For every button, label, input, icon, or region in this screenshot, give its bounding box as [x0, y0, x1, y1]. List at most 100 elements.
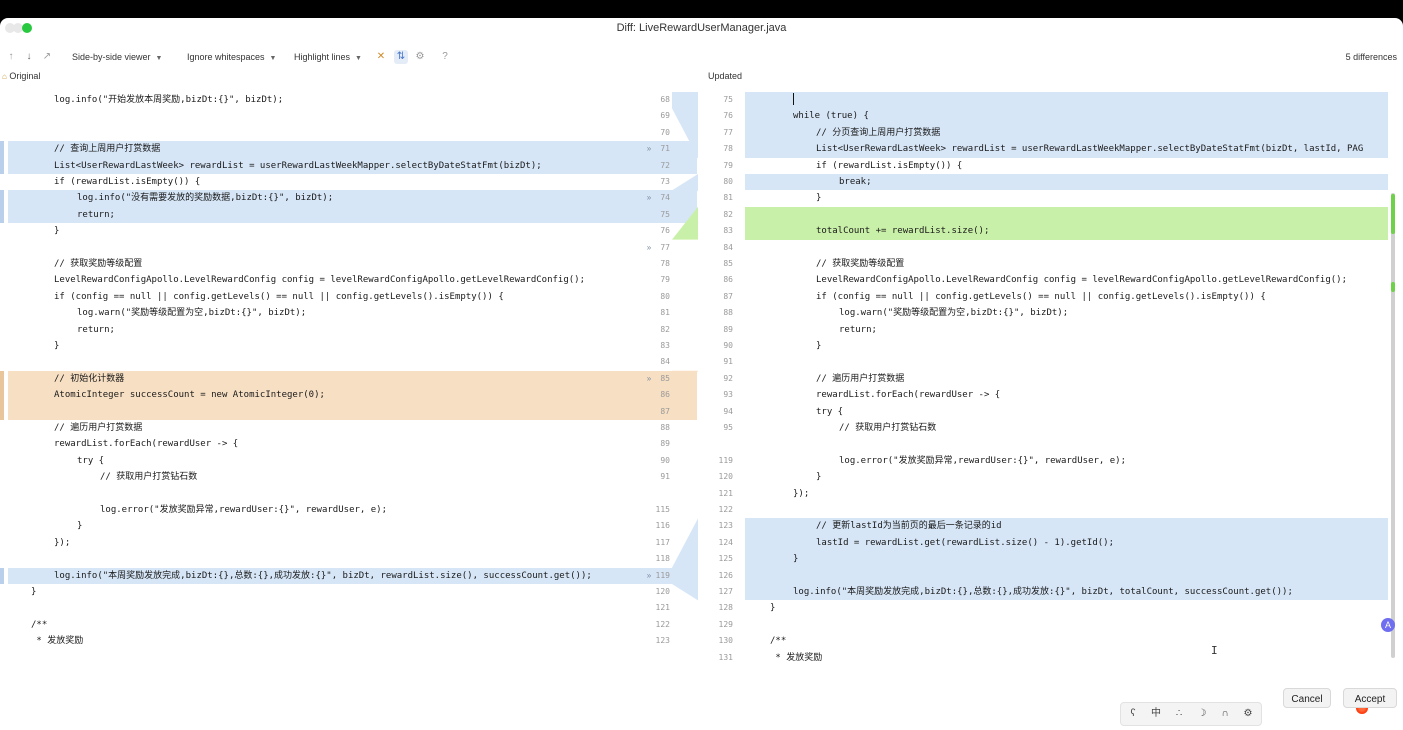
- left-line-number: 118: [655, 554, 670, 564]
- right-line-number: 89: [723, 324, 733, 334]
- diff-ribbon: [672, 141, 698, 174]
- down-arrow-icon[interactable]: ↓: [22, 50, 36, 64]
- right-code-text: log.error("发放奖励异常,rewardUser:{}", reward…: [839, 455, 1126, 466]
- left-line-number: 75: [646, 206, 670, 224]
- cancel-button[interactable]: Cancel: [1283, 688, 1331, 708]
- apply-change-icon[interactable]: »: [642, 190, 656, 206]
- input-method-bar: ʕ 中 ∴ ☽ ∩ ⚙: [1120, 702, 1262, 726]
- right-code-text: while (true) {: [793, 111, 869, 122]
- right-line-number: 125: [718, 554, 733, 564]
- right-line-number: 120: [718, 472, 733, 482]
- apply-change-icon[interactable]: »: [642, 568, 656, 584]
- left-code-text: AtomicInteger successCount = new AtomicI…: [54, 390, 325, 401]
- right-line-number: 83: [723, 226, 733, 236]
- left-line-number: 73: [660, 177, 670, 186]
- headphones-icon[interactable]: ∩: [1217, 706, 1233, 722]
- apply-change-icon[interactable]: »: [642, 141, 656, 157]
- original-pane[interactable]: log.info("开始发放本周奖励,bizDt:{}", bizDt); 68 6…: [0, 90, 697, 666]
- differences-count: 5 differences: [1345, 52, 1397, 62]
- change-gutter-marker: [0, 387, 4, 404]
- right-line-number: 79: [723, 160, 733, 170]
- viewer-label: Side-by-side viewer: [72, 52, 151, 62]
- right-line-number: 84: [723, 242, 733, 252]
- diff-toolbar: ↑ ↓ ↗ Side-by-side viewer ▼ Ignore whites…: [0, 46, 1403, 68]
- right-line-number: 90: [723, 341, 733, 350]
- collapse-icon[interactable]: ✕: [374, 50, 388, 64]
- left-code-text: }: [54, 226, 60, 237]
- lock-icon: ⌂: [2, 72, 7, 81]
- chinese-input-icon[interactable]: 中: [1148, 706, 1164, 722]
- right-code-text: // 获取奖励等级配置: [816, 259, 905, 269]
- left-line-number: 76: [660, 226, 670, 236]
- updated-pane[interactable]: 75 while (true) {76 // 分页查询上周用户打赏数据 77 List<…: [697, 90, 1398, 666]
- left-code-text: log.info("没有需要发放的奖励数据,bizDt:{}", bizDt);: [77, 193, 334, 204]
- left-line-number: 121: [655, 603, 670, 613]
- diff-ribbon: [672, 370, 698, 420]
- bear-icon[interactable]: ʕ: [1125, 706, 1141, 722]
- left-line-number: 89: [660, 439, 670, 449]
- left-code-text: // 获取奖励等级配置: [54, 259, 143, 269]
- left-line-number: 82: [660, 324, 670, 334]
- chevron-down-icon: ▼: [355, 55, 362, 62]
- left-line-number: 123: [655, 636, 670, 646]
- up-arrow-icon[interactable]: ↑: [4, 50, 18, 64]
- right-line-number: 123: [718, 521, 733, 531]
- window-title: Diff: LiveRewardUserManager.java: [616, 22, 787, 34]
- left-code-text: /**: [31, 619, 48, 630]
- help-icon[interactable]: ?: [438, 50, 452, 64]
- right-code-text: if (config == null || config.getLevels()…: [816, 291, 1266, 302]
- apply-change-icon[interactable]: »: [642, 371, 656, 387]
- jump-icon[interactable]: ↗: [40, 50, 54, 64]
- left-line-number: 117: [655, 537, 670, 547]
- apply-change-icon[interactable]: »: [642, 240, 656, 256]
- left-code-text: // 初始化计数器: [54, 373, 125, 384]
- right-code-text: log.warn("奖励等级配置为空,bizDt:{}", bizDt);: [839, 308, 1069, 319]
- right-code-text: }: [816, 341, 822, 351]
- accept-button[interactable]: Accept: [1343, 688, 1397, 708]
- right-code-text: }: [816, 472, 822, 483]
- assistant-icon[interactable]: A: [1381, 618, 1395, 632]
- left-code-text: if (rewardList.isEmpty()) {: [54, 177, 201, 187]
- title-bar: Diff: LiveRewardUserManager.java: [0, 18, 1403, 38]
- left-line-number: 72: [646, 157, 670, 174]
- right-code-text: rewardList.forEach(rewardUser -> {: [816, 390, 1001, 401]
- left-code-text: }: [77, 521, 83, 532]
- right-code-text: // 遍历用户打赏数据: [816, 373, 905, 384]
- right-code-text: });: [793, 488, 810, 499]
- left-line-number: [646, 486, 670, 502]
- gear-icon[interactable]: ⚙: [1240, 706, 1256, 722]
- right-code-text: // 获取用户打赏钻石数: [839, 423, 937, 433]
- right-code-text: [747, 502, 1388, 518]
- left-code-text: log.info("开始发放本周奖励,bizDt:{}", bizDt);: [54, 95, 284, 105]
- right-line-number: 91: [723, 357, 733, 367]
- viewer-dropdown[interactable]: Side-by-side viewer ▼: [72, 50, 162, 66]
- sync-scroll-icon[interactable]: ⇅: [394, 50, 408, 64]
- maximize-window-button[interactable]: [22, 23, 32, 33]
- chevron-down-icon: ▼: [269, 55, 277, 62]
- vertical-scrollbar[interactable]: [1391, 193, 1395, 658]
- right-line-number: 126: [718, 570, 733, 580]
- right-code-text: [747, 436, 1388, 452]
- left-code-text: [8, 108, 638, 124]
- right-code-text: try {: [816, 406, 844, 417]
- dots-icon[interactable]: ∴: [1171, 706, 1187, 722]
- left-code-text: return;: [77, 324, 115, 335]
- moon-icon[interactable]: ☽: [1194, 706, 1210, 722]
- highlight-dropdown[interactable]: Highlight lines ▼: [294, 50, 362, 66]
- original-label: Original: [9, 71, 41, 81]
- left-code-text: log.warn("奖励等级配置为空,bizDt:{}", bizDt);: [77, 308, 307, 319]
- left-code-text: [8, 600, 638, 616]
- right-code-text: }: [770, 603, 776, 614]
- left-line-number: 79: [660, 275, 670, 285]
- right-code-text: [747, 568, 1388, 584]
- right-line-number: 81: [723, 193, 733, 203]
- whitespace-dropdown[interactable]: Ignore whitespaces ▼: [187, 50, 276, 66]
- right-code-text: }: [793, 554, 799, 565]
- left-line-number: 83: [660, 341, 670, 350]
- left-line-number: 80: [660, 291, 670, 301]
- gear-icon[interactable]: ⚙: [413, 50, 427, 64]
- left-line-number: 115: [655, 505, 670, 514]
- right-line-number: 121: [718, 488, 733, 498]
- scrollbar-marker-green: [1391, 282, 1395, 292]
- right-line-number: 77: [723, 127, 733, 137]
